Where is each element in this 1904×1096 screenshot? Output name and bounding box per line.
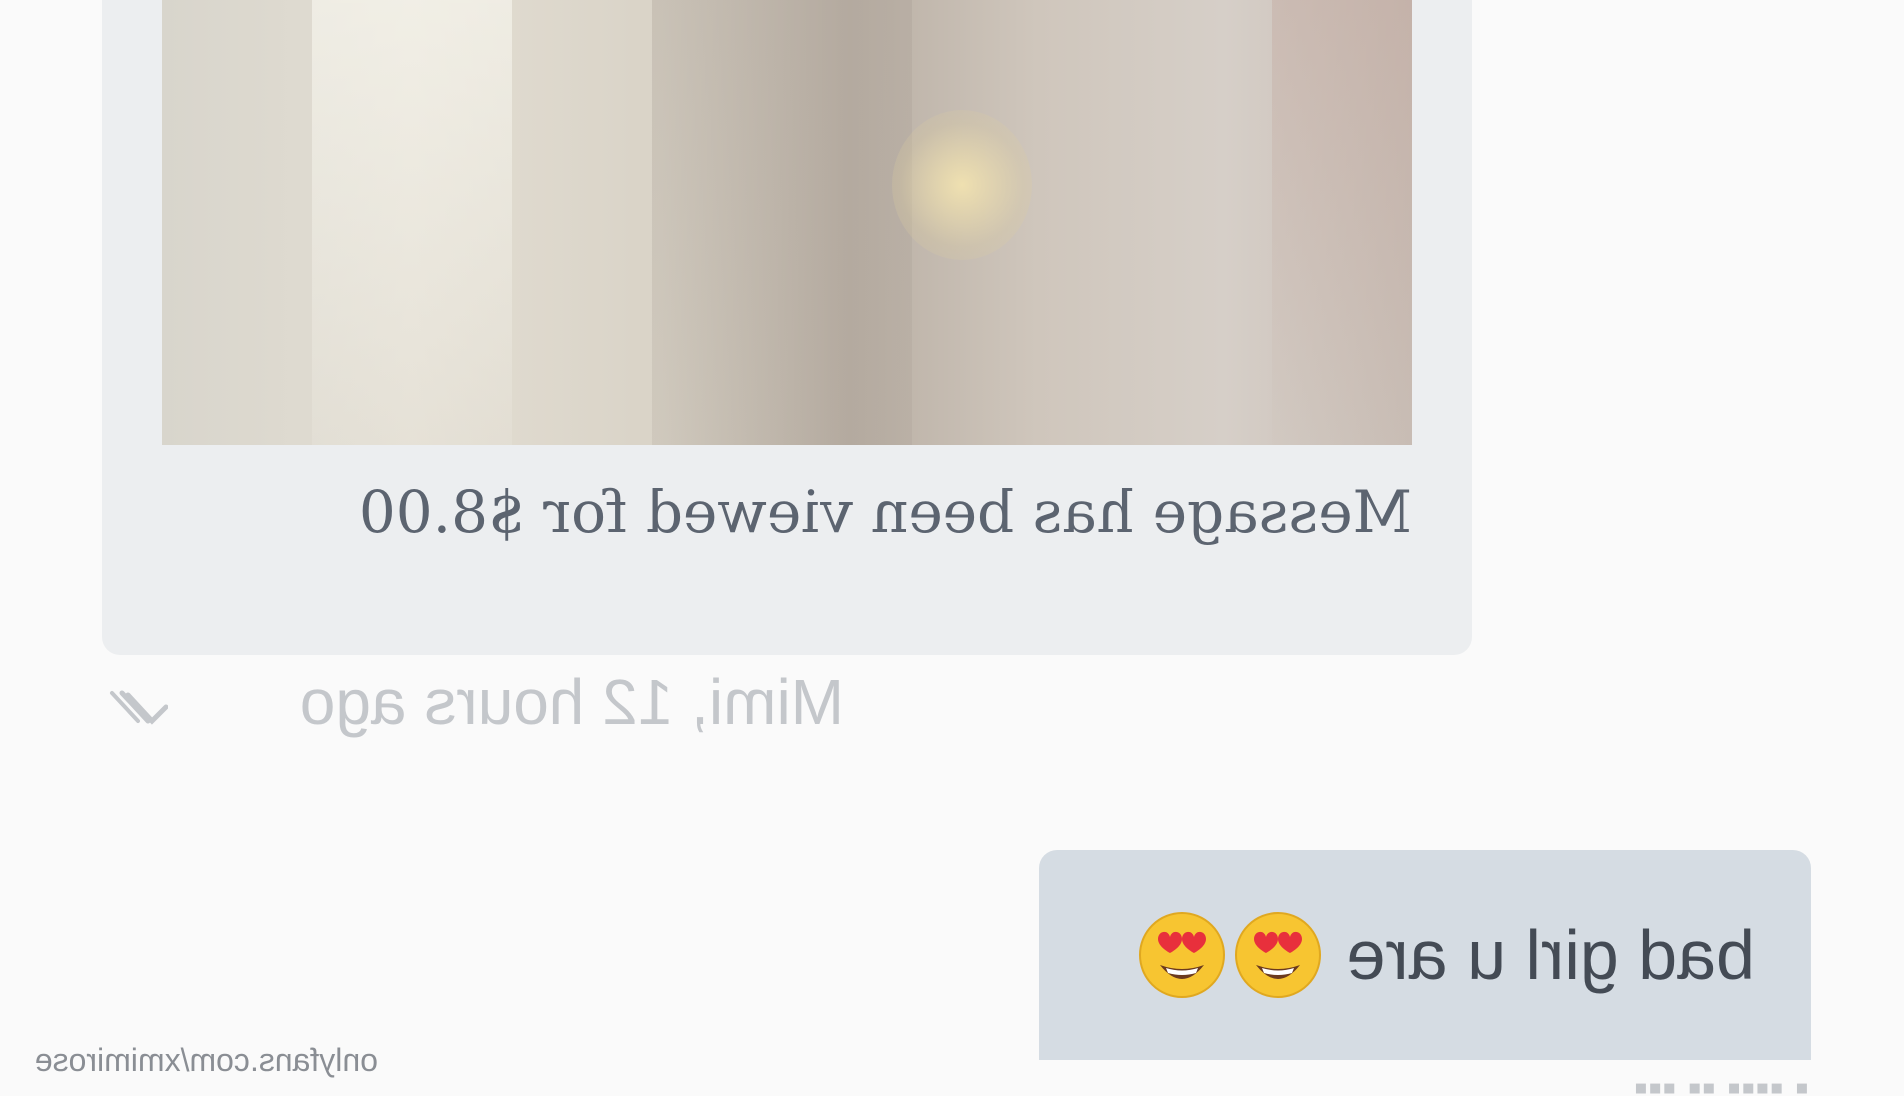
outgoing-text-message[interactable]: bad girl u are	[1039, 850, 1811, 1060]
media-blur-region	[892, 110, 1032, 260]
paid-message-caption: Message has been viewed for $8.00	[358, 478, 1412, 546]
media-blur-region	[1272, 0, 1412, 445]
message-text: bad girl u are	[1346, 916, 1755, 994]
sender-and-time: Mimi, 12 hours ago	[299, 666, 844, 738]
media-blur-region	[312, 0, 512, 445]
double-check-icon	[110, 690, 168, 725]
heart-eyes-emoji	[1235, 912, 1322, 998]
chat-thread: Message has been viewed for $8.00 Mimi, …	[0, 0, 1904, 1096]
media-blur-region	[652, 0, 912, 445]
outgoing-meta-clipped: ▪ ▪▪▪▪ ▪▪ ▪▪▪	[1633, 1066, 1809, 1096]
incoming-media-message[interactable]: Message has been viewed for $8.00	[102, 0, 1472, 655]
media-preview[interactable]	[162, 0, 1412, 445]
message-meta: Mimi, 12 hours ago	[84, 665, 844, 745]
watermark: onlyfans.com/xmimirose	[34, 1042, 378, 1078]
heart-eyes-emoji	[1139, 912, 1226, 998]
